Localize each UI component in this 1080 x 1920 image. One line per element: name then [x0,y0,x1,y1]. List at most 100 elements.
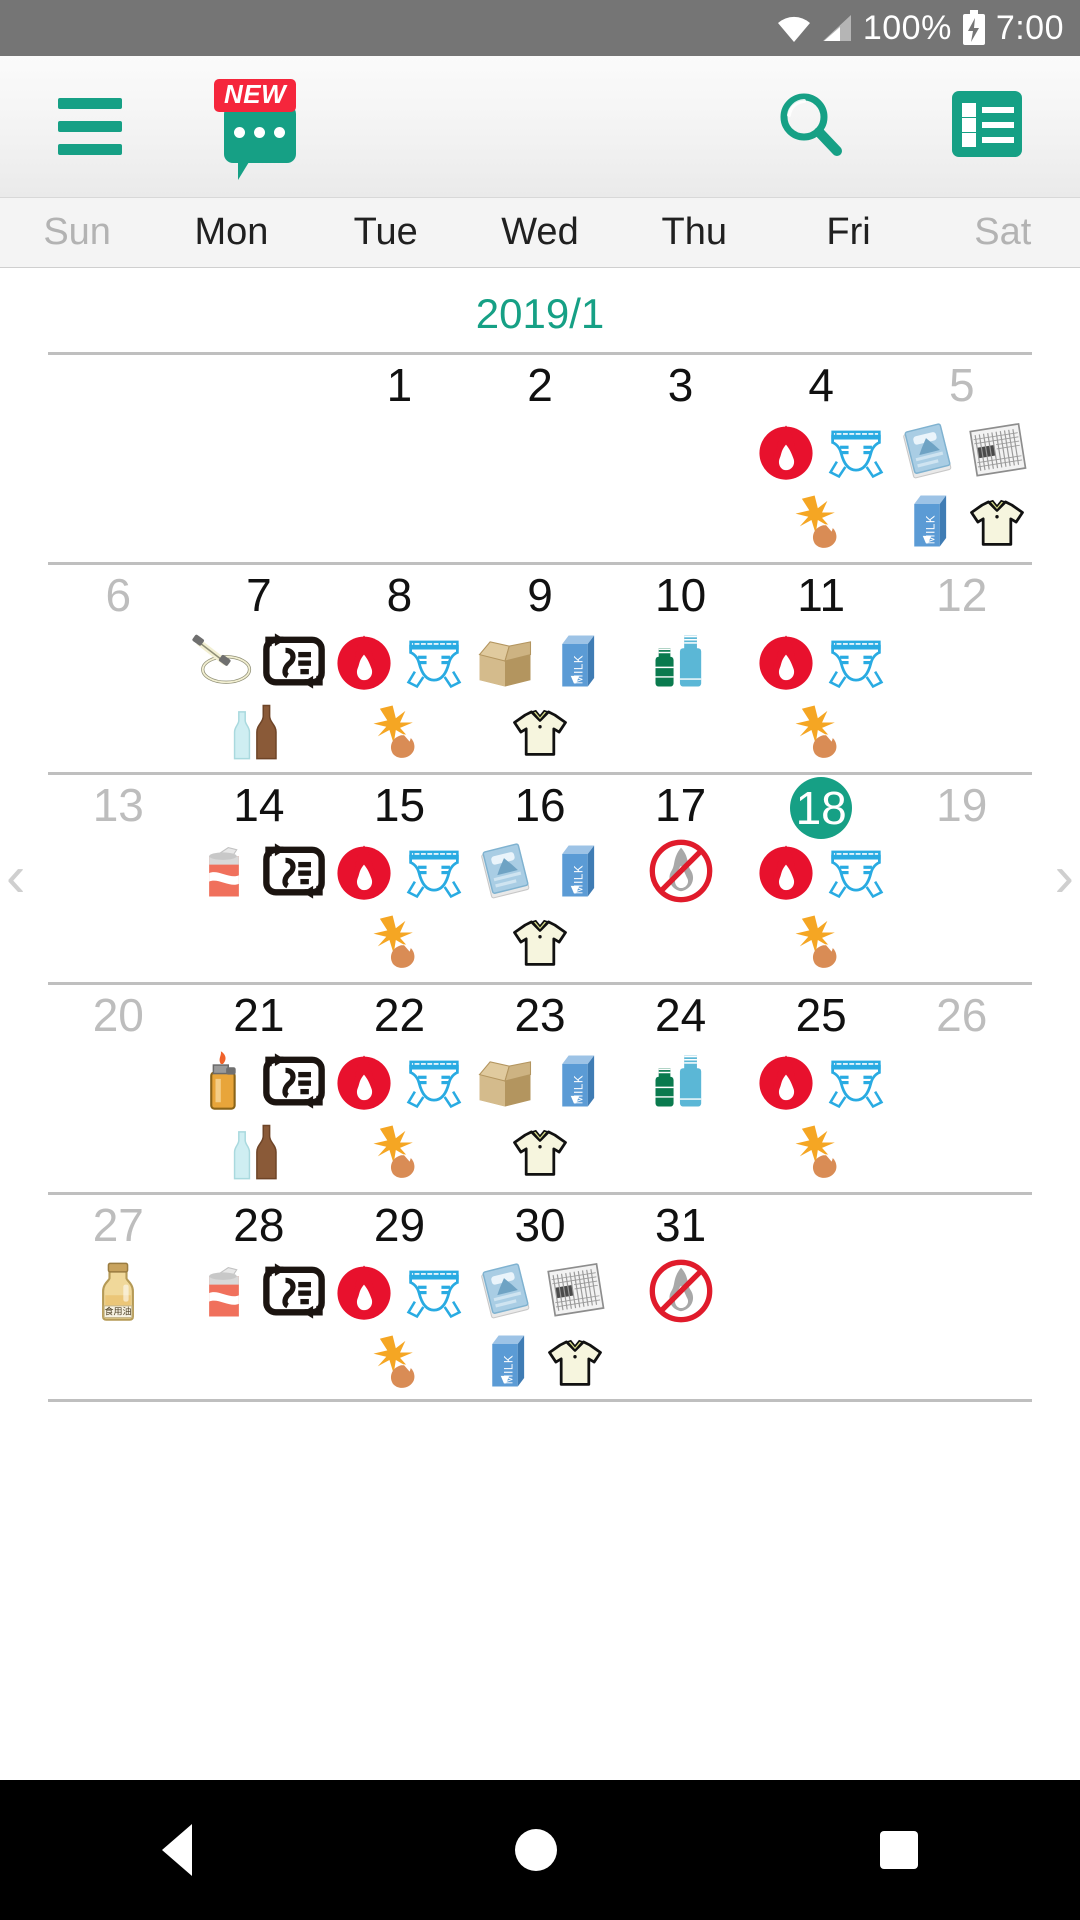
diaper-icon [822,417,890,485]
day-cell-26[interactable]: 26 [891,985,1032,1192]
leaf-acorn-icon [365,1327,433,1395]
aluminum-can-icon [190,1257,258,1325]
day-cell-2[interactable]: 2 [470,355,611,562]
day-cell-5[interactable]: 5 MILK [891,355,1032,562]
burnable-garbage-icon [330,1047,398,1115]
burnable-garbage-icon [752,837,820,905]
day-cell-9[interactable]: 9 MILK [470,565,611,772]
magazine-book-icon [471,837,539,905]
day-number: 15 [373,779,426,831]
day-cell-15[interactable]: 15 [329,775,470,982]
list-view-icon[interactable] [952,91,1022,162]
garbage-icon-group [610,1047,751,1115]
cooking-oil-bottle-icon: 食用油 [84,1257,152,1325]
garbage-icon-group [610,627,751,695]
garbage-icon-group [751,627,892,765]
wifi-icon [777,14,811,42]
aluminum-can-icon [190,837,258,905]
chat-dot-2 [254,126,265,138]
day-cell-4[interactable]: 4 [751,355,892,562]
diaper-icon [822,627,890,695]
battery-charging-icon [962,10,986,46]
garbage-icon-group [189,837,330,905]
hamburger-bar-2 [58,121,122,132]
day-number [48,361,189,417]
day-number: 16 [514,779,566,831]
day-cell-17[interactable]: 17 [610,775,751,982]
garbage-icon-group: MILK [470,1047,611,1185]
day-cell-10[interactable]: 10 [610,565,751,772]
home-button[interactable] [514,1829,557,1871]
day-cell-16[interactable]: 16 MILK [470,775,611,982]
garbage-icon-group [189,627,330,765]
leaf-acorn-icon [365,907,433,975]
day-cell-24[interactable]: 24 [610,985,751,1192]
burnable-garbage-icon [330,627,398,695]
day-number: 13 [92,779,144,831]
magazine-book-icon [471,1257,539,1325]
next-month-arrow[interactable]: › [1055,848,1074,906]
search-icon[interactable] [774,88,846,165]
day-cell-19[interactable]: 19 [891,775,1032,982]
day-number: 25 [795,989,847,1041]
calendar-week-row: 20 21 22 23 MILK 24 25 26 [48,982,1032,1192]
milk-carton-icon: MILK [541,837,609,905]
day-number: 28 [233,1199,285,1251]
milk-carton-icon: MILK [471,1327,539,1395]
garbage-icon-group: 食用油 [48,1257,189,1325]
cellular-signal-icon [821,14,853,42]
day-cell-18[interactable]: 18 [751,775,892,982]
diaper-icon [400,837,468,905]
prev-month-arrow[interactable]: ‹ [6,848,25,906]
hamburger-bar-1 [58,98,122,109]
pet-bottle-icon [647,627,715,695]
back-button[interactable] [161,1824,192,1876]
day-number: 11 [797,569,846,621]
day-number: 1 [386,359,413,411]
day-cell-23[interactable]: 23 MILK [470,985,611,1192]
milk-carton-icon: MILK [541,627,609,695]
day-cell-28[interactable]: 28 [189,1195,330,1399]
garbage-icon-group [610,837,751,905]
leaf-acorn-icon [787,697,855,765]
day-cell-7[interactable]: 7 [189,565,330,772]
garbage-icon-group [329,1257,470,1395]
day-number: 14 [233,779,285,831]
day-number: 26 [936,989,988,1041]
day-cell-31[interactable]: 31 [610,1195,751,1399]
day-cell-27[interactable]: 27 食用油 [48,1195,189,1399]
day-cell-11[interactable]: 11 [751,565,892,772]
day-number: 8 [386,569,413,621]
day-cell-22[interactable]: 22 [329,985,470,1192]
day-cell-21[interactable]: 21 [189,985,330,1192]
day-cell-12[interactable]: 12 [891,565,1032,772]
tshirt-icon [506,697,574,765]
chat-dots [234,126,285,138]
hamburger-menu-icon[interactable] [58,98,122,155]
day-cell-6[interactable]: 6 [48,565,189,772]
lighter-icon [190,1047,258,1115]
day-cell-3[interactable]: 3 [610,355,751,562]
svg-text:食用油: 食用油 [105,1305,132,1317]
chat-dot-3 [274,126,285,138]
leaf-acorn-icon [365,697,433,765]
hamburger-bar-3 [58,144,122,155]
day-number: 7 [246,569,272,621]
recents-button[interactable] [880,1831,919,1869]
day-cell-29[interactable]: 29 [329,1195,470,1399]
selected-day-badge: 18 [790,777,853,839]
day-cell-1[interactable]: 1 [329,355,470,562]
garbage-icon-group: MILK [891,417,1032,555]
garbage-icon-group [610,1257,751,1325]
glass-bottle-icon [225,697,293,765]
day-cell-13[interactable]: 13 [48,775,189,982]
day-cell-30[interactable]: 30 MILK [470,1195,611,1399]
garbage-icon-group [329,627,470,765]
cardboard-box-icon [471,627,539,695]
day-cell-25[interactable]: 25 [751,985,892,1192]
day-cell-20[interactable]: 20 [48,985,189,1192]
day-cell-8[interactable]: 8 [329,565,470,772]
day-cell-14[interactable]: 14 [189,775,330,982]
chat-bubble-icon[interactable]: NEW [214,78,304,180]
plastic-recycle-mark-icon [260,837,328,905]
